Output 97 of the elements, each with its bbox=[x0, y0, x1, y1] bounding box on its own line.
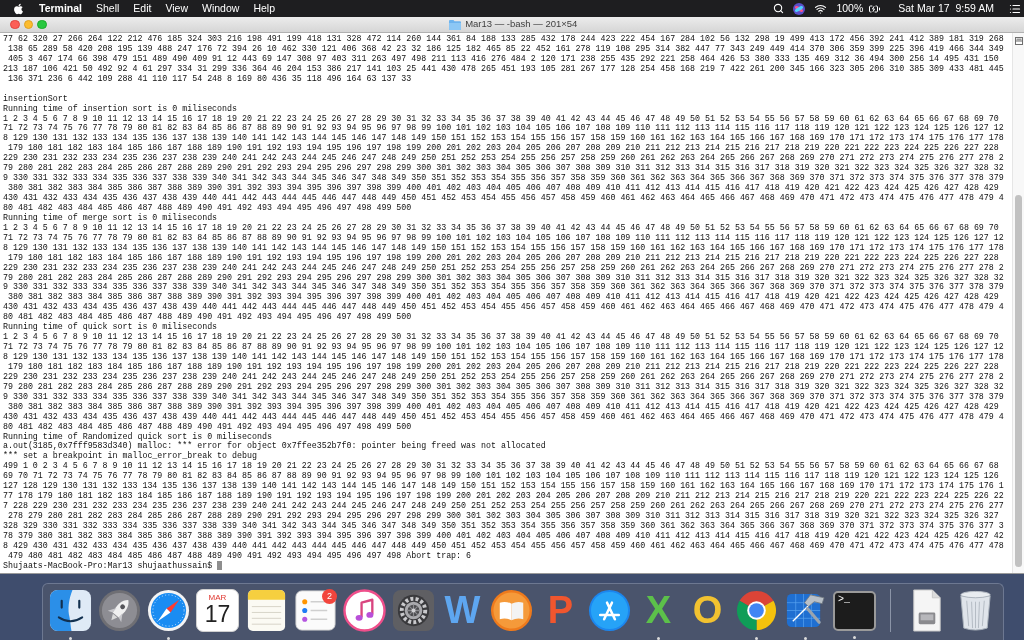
folder-icon bbox=[449, 19, 462, 30]
terminal-line: 78 379 380 381 382 383 384 385 386 387 388 389 390 391 392 393 394 395 396 397 398 399 400 401 402 403 404 405 406 407 408 409 410 411 412 413 414 415 416 417 418 419 420 421 422 423 424 425 426 427 42 bbox=[3, 530, 1004, 541]
dock-app-button[interactable]: 2 bbox=[294, 589, 337, 632]
terminal-line: 430 431 432 433 434 435 436 437 438 439 440 441 442 443 444 445 446 447 448 449 450 451 452 453 454 455 456 457 458 459 460 461 462 463 464 465 466 467 468 469 470 471 472 473 474 475 476 477 478 479 4 bbox=[3, 193, 1004, 203]
terminal-line: 213 187 106 421 50 492 92 4 61 297 334 31 299 336 364 46 204 153 386 217 141 103 25 441 430 478 265 451 193 105 281 267 177 128 254 458 168 219 7 422 261 200 345 166 323 305 206 310 385 309 433 481 445 bbox=[3, 63, 1004, 74]
terminal-line: 138 65 289 58 420 208 195 139 488 247 176 72 394 26 10 462 330 121 406 368 42 23 32 186 125 182 465 85 22 452 161 278 119 108 295 314 382 447 77 343 249 449 414 370 306 359 399 225 396 419 466 344 349 bbox=[6, 43, 1004, 54]
terminal-line: 380 381 382 383 384 385 386 387 388 389 390 391 392 393 394 395 396 397 398 399 400 401 402 403 404 405 406 407 408 409 410 411 412 413 414 415 416 417 418 419 420 421 422 423 424 425 426 427 428 429 bbox=[6, 183, 999, 193]
open-book-icon bbox=[490, 589, 533, 632]
menu-item[interactable]: Window bbox=[202, 0, 240, 17]
dock-app-button[interactable] bbox=[98, 589, 141, 632]
terminal-line: 69 70 71 72 73 74 75 76 77 78 79 80 81 82 83 84 85 86 87 88 89 90 91 92 93 94 95 96 97 98 99 100 101 102 103 104 105 106 107 108 109 110 111 112 113 114 115 116 117 118 119 120 121 122 123 124 125 126 bbox=[3, 471, 999, 482]
dock-app-button[interactable] bbox=[147, 589, 190, 632]
terminal-line: 430 431 432 433 434 435 436 437 438 439 440 441 442 443 444 445 446 447 448 449 450 451 452 453 454 455 456 457 458 459 460 461 462 463 464 465 466 467 468 469 470 471 472 473 474 475 476 477 478 479 4 bbox=[3, 302, 1004, 313]
terminal-line: *** set a breakpoint in malloc_error_break to debug bbox=[3, 451, 257, 462]
terminal-line: 80 481 482 483 484 485 486 487 488 489 490 491 492 493 494 495 496 497 498 499 500 bbox=[3, 202, 412, 213]
orb-icon[interactable] bbox=[793, 2, 806, 15]
terminal-line: 136 371 236 6 442 109 288 41 110 117 54 248 8 169 80 436 35 118 496 164 63 137 33 bbox=[6, 73, 412, 84]
dock-app-button[interactable] bbox=[735, 589, 778, 632]
terminal-line: 9 330 331 332 333 334 335 336 337 338 339 340 341 342 343 344 345 346 347 348 349 350 351 352 353 354 355 356 357 358 359 360 361 362 363 364 365 366 367 368 369 370 371 372 373 374 375 376 377 378 379 bbox=[3, 391, 1004, 402]
terminal-line: 127 128 129 130 131 132 133 134 135 136 137 138 139 140 141 142 143 144 145 146 147 148 149 150 151 152 153 154 155 156 157 158 159 160 161 162 163 164 165 166 167 168 169 170 171 172 173 174 175 176 1 bbox=[3, 481, 1004, 492]
terminal-line: 8 129 130 131 132 133 134 135 136 137 138 139 140 141 142 143 144 145 146 147 148 149 150 151 152 153 154 155 156 157 158 159 160 161 162 163 164 165 166 167 168 169 170 171 172 173 174 175 176 177 178 bbox=[3, 133, 1004, 144]
terminal-line: 229 230 231 232 233 234 235 236 237 238 239 240 241 242 243 244 245 246 247 248 249 250 251 252 253 254 255 256 257 258 259 260 261 262 263 264 265 266 267 268 269 270 271 272 273 274 275 276 277 278 2 bbox=[3, 262, 1004, 273]
terminal-line: a.out(3185,0x7fff9583d340) malloc: *** error for object 0x7ffee352b7f0: pointer being freed was not allocated bbox=[3, 441, 546, 452]
terminal-line: 7 228 229 230 231 232 233 234 235 236 237 238 239 240 241 242 243 244 245 246 247 248 249 250 251 252 253 254 255 256 257 258 259 260 261 262 263 264 265 266 267 268 269 270 271 272 273 274 275 276 277 bbox=[3, 501, 1004, 511]
menu-item[interactable]: Edit bbox=[133, 0, 152, 17]
terminal-line: 77 62 320 27 266 264 122 212 476 185 324 303 216 198 491 199 418 131 328 472 114 260 144 361 84 188 133 285 432 178 244 423 222 454 167 284 102 56 132 298 19 499 413 172 456 392 241 412 389 181 319 268 bbox=[3, 34, 1004, 44]
terminal-line: 8 129 130 131 132 133 134 135 136 137 138 139 140 141 142 143 144 145 146 147 148 149 150 151 152 153 154 155 156 157 158 159 160 161 162 163 164 165 166 167 168 169 170 171 172 173 174 175 176 177 178 bbox=[3, 242, 1004, 253]
terminal-line: insertionSort bbox=[3, 93, 68, 104]
gear-icon bbox=[392, 589, 435, 632]
menu-item[interactable]: Help bbox=[253, 0, 275, 17]
tricolor-circle-icon bbox=[735, 589, 778, 632]
smiling-face-icon bbox=[49, 589, 92, 632]
terminal-line: Running time of Randomized quick sort is 0 miliseconds bbox=[3, 431, 272, 442]
terminal-line: 380 381 382 383 384 385 386 387 388 389 390 391 392 393 394 395 396 397 398 399 400 401 402 403 404 405 406 407 408 409 410 411 412 413 414 415 416 417 418 419 420 421 422 423 424 425 426 427 428 429 bbox=[6, 292, 999, 303]
list-icon[interactable] bbox=[1009, 2, 1021, 15]
crossed-sticks-icon bbox=[588, 589, 631, 632]
terminal-line: 71 72 73 74 75 76 77 78 79 80 81 82 83 84 85 86 87 88 89 90 91 92 93 94 95 96 97 98 99 100 101 102 103 104 105 106 107 108 109 110 111 112 113 114 115 116 117 118 119 120 121 122 123 124 125 126 127 12 bbox=[3, 342, 1004, 352]
terminal-line: 328 329 330 331 332 333 334 335 336 337 338 339 340 341 342 343 344 345 346 347 348 349 350 351 352 353 354 355 356 357 358 359 360 361 362 363 364 365 366 367 368 369 370 371 372 373 374 375 376 377 3 bbox=[3, 520, 1004, 531]
close-button[interactable] bbox=[10, 19, 20, 30]
terminal-line: 80 481 482 483 484 485 486 487 488 489 490 491 492 493 494 495 496 497 498 499 500 bbox=[3, 312, 412, 322]
split-pane-icon[interactable] bbox=[1014, 37, 1023, 45]
menu-item[interactable]: View bbox=[165, 0, 188, 17]
dock-app-button[interactable] bbox=[392, 589, 435, 632]
apple-icon[interactable] bbox=[13, 2, 24, 15]
terminal-line: 79 280 281 282 283 284 285 286 287 288 289 290 291 292 293 294 295 296 297 298 299 300 301 302 303 304 305 306 307 308 309 310 311 312 313 314 315 316 317 318 319 320 321 322 323 324 325 326 327 328 32 bbox=[3, 381, 1004, 392]
terminal-line: 380 381 382 383 384 385 386 387 388 389 390 391 392 393 394 395 396 397 398 399 400 401 402 403 404 405 406 407 408 409 410 411 412 413 414 415 416 417 418 419 420 421 422 423 424 425 426 427 428 429 bbox=[6, 401, 999, 412]
terminal-line: Running time of merge sort is 0 miliseconds bbox=[3, 212, 218, 223]
terminal-line: 80 481 482 483 484 485 486 487 488 489 490 491 492 493 494 495 496 497 498 499 500 bbox=[3, 421, 412, 432]
terminal-line: 1 2 3 4 5 6 7 8 9 10 11 12 13 14 15 16 17 18 19 20 21 22 23 24 25 26 27 28 29 30 31 32 33 34 35 36 37 38 39 40 41 42 43 44 45 46 47 48 49 50 51 52 53 54 55 56 57 58 59 60 61 62 63 64 65 66 67 68 69 70 bbox=[3, 332, 999, 343]
terminal-line: 179 180 181 182 183 184 185 186 187 188 189 190 191 192 193 194 195 196 197 198 199 200 201 202 203 204 205 206 207 208 209 210 211 212 213 214 215 216 217 218 219 220 221 222 223 224 225 226 227 228 bbox=[6, 361, 999, 372]
terminal-line: 179 180 181 182 183 184 185 186 187 188 189 190 191 192 193 194 195 196 197 198 199 200 201 202 203 204 205 206 207 208 209 210 211 212 213 214 215 216 217 218 219 220 221 222 223 224 225 226 227 228 bbox=[6, 143, 999, 154]
terminal-line: 77 178 179 180 181 182 183 184 185 186 187 188 189 190 191 192 193 194 195 196 197 198 199 200 201 202 203 204 205 206 207 208 209 210 211 212 213 214 215 216 217 218 219 220 221 222 223 224 225 226 22 bbox=[3, 491, 1004, 502]
terminal-line: 278 279 280 281 282 283 284 285 286 287 288 289 290 291 292 293 294 295 296 297 298 299 300 301 302 303 304 305 306 307 308 309 310 311 312 313 314 315 316 317 318 319 320 321 322 323 324 325 326 327 bbox=[6, 511, 999, 521]
shell-prompt: Shujaats-MacBook-Pro:Mar13 shujaathussain$ bbox=[3, 560, 213, 571]
search-icon[interactable] bbox=[773, 3, 785, 14]
dock-app-button[interactable] bbox=[490, 589, 533, 632]
terminal-line: 71 72 73 74 75 76 77 78 79 80 81 82 83 84 85 86 87 88 89 90 91 92 93 94 95 96 97 98 99 100 101 102 103 104 105 106 107 108 109 110 111 112 113 114 115 116 117 118 119 120 121 122 123 124 125 126 127 12 bbox=[3, 232, 1004, 243]
dock-app-button[interactable] bbox=[343, 589, 386, 632]
dock-app-button[interactable] bbox=[588, 589, 631, 632]
terminal-line: 179 180 181 182 183 184 185 186 187 188 189 190 191 192 193 194 195 196 197 198 199 200 201 202 203 204 205 206 207 208 209 210 211 212 213 214 215 216 217 218 219 220 221 222 223 224 225 226 227 228 bbox=[6, 252, 999, 263]
rocket-icon bbox=[98, 589, 141, 632]
dock-app-button[interactable] bbox=[245, 589, 288, 632]
notification-badge: 2 bbox=[322, 589, 337, 604]
terminal-line: 79 280 281 282 283 284 285 286 287 288 289 290 291 292 293 294 295 296 297 298 299 300 301 302 303 304 305 306 307 308 309 310 311 312 313 314 315 316 317 318 319 320 321 322 323 324 325 326 327 328 32 bbox=[3, 272, 1004, 283]
terminal-line: 479 480 481 482 483 484 485 486 487 488 489 490 491 492 493 494 495 496 497 498 Abort trap: 6 bbox=[6, 550, 472, 561]
terminal-line: 1 2 3 4 5 6 7 8 9 10 11 12 13 14 15 16 17 18 19 20 21 22 23 24 25 26 27 28 29 30 31 32 33 34 35 36 37 38 39 40 41 42 43 44 45 46 47 48 49 50 51 52 53 54 55 56 57 58 59 60 61 62 63 64 65 66 67 68 69 70 bbox=[3, 222, 999, 233]
terminal-line: 9 330 331 332 333 334 335 336 337 338 339 340 341 342 343 344 345 346 347 348 349 350 351 352 353 354 355 356 357 358 359 360 361 362 363 364 365 366 367 368 369 370 371 372 373 374 375 376 377 378 379 bbox=[3, 282, 1004, 293]
terminal-line: 430 431 432 433 434 435 436 437 438 439 440 441 442 443 444 445 446 447 448 449 450 451 452 453 454 455 456 457 458 459 460 461 462 463 464 465 466 467 468 469 470 471 472 473 474 475 476 477 478 479 4 bbox=[3, 411, 1004, 422]
music-note-icon bbox=[343, 589, 386, 632]
terminal-line: 229 230 231 232 233 234 235 236 237 238 239 240 241 242 243 244 245 246 247 248 249 250 251 252 253 254 255 256 257 258 259 260 261 262 263 264 265 266 267 268 269 270 271 272 273 274 275 276 277 278 2 bbox=[3, 153, 1004, 164]
terminal-line: 499 1 0 2 3 4 5 6 7 8 9 10 11 12 13 14 15 16 17 18 19 20 21 22 23 24 25 26 27 28 29 30 31 32 33 34 35 36 37 38 39 40 41 42 43 44 45 46 47 48 49 50 51 52 53 54 55 56 57 58 59 60 61 62 63 64 65 66 67 68 bbox=[3, 461, 999, 472]
checklist-icon bbox=[294, 589, 337, 632]
console-app-button[interactable]: >_ bbox=[833, 591, 876, 631]
compass-icon bbox=[147, 589, 190, 632]
terminal-line: 1 2 3 4 5 6 7 8 9 10 11 12 13 14 15 16 17 18 19 20 21 22 23 24 25 26 27 28 29 30 31 32 33 34 35 36 37 38 39 40 41 42 43 44 45 46 47 48 49 50 51 52 53 54 55 56 57 58 59 60 61 62 63 64 65 66 67 68 69 70 bbox=[3, 113, 999, 124]
terminal-line: 9 330 331 332 333 334 335 336 337 338 339 340 341 342 343 344 345 346 347 348 349 350 351 352 353 354 355 356 357 358 359 360 361 362 363 364 365 366 367 368 369 370 371 372 373 374 375 376 377 378 379 bbox=[3, 173, 1004, 184]
scrollbar-thumb[interactable] bbox=[1015, 195, 1022, 567]
terminal-line: Running time of insertion sort is 0 miliseconds bbox=[3, 103, 237, 114]
calendar-app-button[interactable]: MAR 17 bbox=[196, 589, 239, 632]
terminal-line: Running time of quick sort is 0 miliseconds bbox=[3, 322, 218, 333]
letter-app-button[interactable]: O bbox=[686, 589, 729, 632]
menu-item[interactable]: Shell bbox=[96, 0, 120, 17]
battery-percentage[interactable]: 100% bbox=[836, 0, 864, 17]
window-title: Mar13 — -bash — 201×54 bbox=[465, 17, 578, 32]
terminal-line: 229 230 231 232 233 234 235 236 237 238 239 240 241 242 243 244 245 246 247 248 249 250 251 252 253 254 255 256 257 258 259 260 261 262 263 264 265 266 267 268 269 270 271 272 273 274 275 276 277 278 2 bbox=[3, 371, 1004, 382]
menu-clock[interactable]: Sat Mar 17 9:59 AM bbox=[898, 0, 994, 17]
app-menu[interactable]: Terminal bbox=[39, 0, 82, 17]
terminal-line: 8 429 430 431 432 433 434 435 436 437 438 439 440 441 442 443 444 445 446 447 448 449 450 451 452 453 454 455 456 457 458 459 460 461 462 463 464 465 466 467 468 469 470 471 472 473 474 475 476 477 478 bbox=[3, 540, 1004, 551]
wifi-icon[interactable] bbox=[814, 2, 828, 15]
terminal-line: 71 72 73 74 75 76 77 78 79 80 81 82 83 84 85 86 87 88 89 90 91 92 93 94 95 96 97 98 99 100 101 102 103 104 105 106 107 108 109 110 111 112 113 114 115 116 117 118 119 120 121 122 123 124 125 126 127 12 bbox=[3, 123, 1004, 134]
notepad-icon bbox=[245, 589, 288, 632]
dock-app-button[interactable] bbox=[49, 589, 92, 632]
scrollbar[interactable] bbox=[1012, 33, 1024, 573]
terminal-line: 8 129 130 131 132 133 134 135 136 137 138 139 140 141 142 143 144 145 146 147 148 149 150 151 152 153 154 155 156 157 158 159 160 161 162 163 164 165 166 167 168 169 170 171 172 173 174 175 176 177 178 bbox=[3, 352, 1004, 362]
cursor-block-icon bbox=[217, 561, 223, 571]
terminal-line: 79 280 281 282 283 284 285 286 287 288 289 290 291 292 293 294 295 296 297 298 299 300 301 302 303 304 305 306 307 308 309 310 311 312 313 314 315 316 317 318 319 320 321 322 323 324 325 326 327 328 32 bbox=[3, 163, 1004, 174]
terminal-line: 405 3 467 174 66 398 479 151 489 490 409 91 12 443 69 147 308 97 403 311 263 497 498 211 113 416 276 484 2 120 171 238 255 435 292 221 258 464 426 53 380 333 135 469 312 36 494 300 256 14 495 431 150 bbox=[6, 53, 999, 64]
